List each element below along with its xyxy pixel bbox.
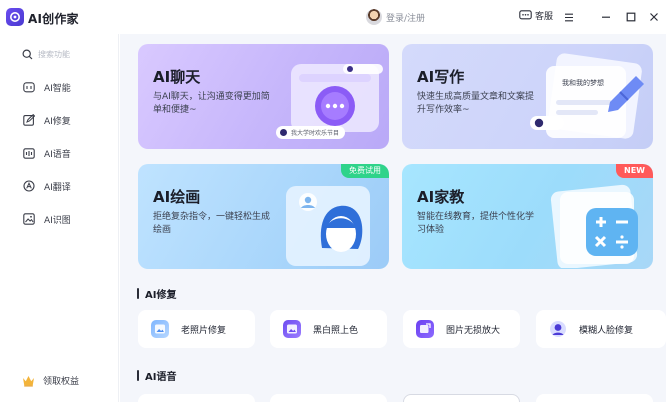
menu-button[interactable] <box>562 10 576 24</box>
card-title: AI聊天 <box>153 68 201 86</box>
login-button[interactable]: 登录/注册 <box>366 9 425 25</box>
sidebar-item-ai-voice[interactable]: AI语音 <box>22 145 71 161</box>
minimize-icon <box>602 16 610 18</box>
card-ai-writing[interactable]: AI写作 快速生成高质量文章和文案提升写作效率~ 我和我的梦想 <box>402 44 653 149</box>
claim-benefits-label: 领取权益 <box>43 377 80 387</box>
sidebar: 搜索功能 AI智能 AI修复 AI语音 AI翻译 AI识图 领取权益 <box>0 34 119 402</box>
tool-blurry-face-repair[interactable]: 模糊人脸修复 <box>536 310 666 348</box>
avatar <box>366 9 382 25</box>
app-title: AI创作家 <box>28 12 79 26</box>
translate-icon <box>22 179 36 193</box>
tool-old-photo-repair[interactable]: 老照片修复 <box>138 310 255 348</box>
headset-icon <box>519 10 532 20</box>
chat-icon <box>22 80 36 94</box>
section-title-label: AI语音 <box>145 372 177 383</box>
chat-chip-text: 我大学时欢乐节目 <box>291 130 340 137</box>
voice-icon <box>22 146 36 160</box>
search-placeholder: 搜索功能 <box>38 49 70 59</box>
close-button[interactable] <box>647 10 661 24</box>
section-title-voice: AI语音 <box>137 368 176 383</box>
voice-tool-card-partial[interactable] <box>403 394 520 402</box>
service-label: 客服 <box>535 12 554 22</box>
close-icon <box>650 13 658 21</box>
calculator-book-illustration-icon <box>550 184 638 268</box>
chat-chip: 我大学时欢乐节目 <box>276 126 346 139</box>
card-description: 智能在线教育，提供个性化学习体验 <box>417 212 535 235</box>
section-title-repair: AI修复 <box>137 286 176 301</box>
voice-tool-card-partial[interactable] <box>270 394 387 402</box>
tool-label: 黑白照上色 <box>313 325 359 336</box>
sidebar-item-ai-translate[interactable]: AI翻译 <box>22 178 71 194</box>
claim-benefits-button[interactable]: 领取权益 <box>22 374 79 387</box>
section-marker <box>137 370 139 381</box>
customer-service-button[interactable]: 客服 <box>519 9 553 22</box>
enlarge-icon <box>416 320 434 338</box>
main-content: AI聊天 与AI聊天，让沟通变得更加简单和便捷~ 我大学时欢乐节目 AI写作 快… <box>120 34 666 402</box>
sidebar-item-label: AI翻译 <box>44 182 71 193</box>
face-icon <box>549 320 567 338</box>
image-icon <box>22 212 36 226</box>
menu-icon <box>565 13 573 21</box>
card-title: AI绘画 <box>153 188 201 206</box>
sidebar-item-ai-chat[interactable]: AI智能 <box>22 79 71 95</box>
sidebar-item-ai-image-recognition[interactable]: AI识图 <box>22 211 71 227</box>
edit-icon <box>22 113 36 127</box>
voice-tool-card-partial[interactable] <box>138 394 255 402</box>
minimize-button[interactable] <box>599 10 613 24</box>
crown-icon <box>23 375 34 386</box>
card-ai-tutor[interactable]: AI家教 智能在线教育，提供个性化学习体验 NEW <box>402 164 653 269</box>
section-marker <box>137 288 139 299</box>
voice-tool-card-partial[interactable] <box>536 394 653 402</box>
tool-label: 模糊人脸修复 <box>579 325 634 336</box>
card-ai-painting[interactable]: AI绘画 拒绝复杂指令，一键轻松生成绘画 免费试用 <box>138 164 389 269</box>
photo-icon <box>151 320 169 338</box>
sidebar-item-label: AI识图 <box>44 215 71 226</box>
app-logo-icon <box>6 8 24 26</box>
sidebar-item-label: AI语音 <box>44 149 71 160</box>
card-title: AI家教 <box>417 188 465 206</box>
portrait-illustration-icon <box>286 186 370 266</box>
card-title: AI写作 <box>417 68 465 86</box>
free-trial-badge: 免费试用 <box>341 164 389 178</box>
sidebar-item-label: AI修复 <box>44 116 71 127</box>
maximize-icon <box>626 12 636 22</box>
robot-icon <box>280 129 287 136</box>
title-bar: AI创作家 登录/注册 客服 <box>0 0 666 34</box>
search-box[interactable]: 搜索功能 <box>12 44 104 64</box>
sidebar-item-label: AI智能 <box>44 83 71 94</box>
card-description: 与AI聊天，让沟通变得更加简单和便捷~ <box>153 92 270 115</box>
tool-bw-colorize[interactable]: 黑白照上色 <box>270 310 387 348</box>
colorize-icon <box>283 320 301 338</box>
notebook-pen-illustration-icon <box>530 53 644 139</box>
sidebar-item-ai-repair[interactable]: AI修复 <box>22 112 71 128</box>
section-title-label: AI修复 <box>145 290 177 301</box>
tool-label: 图片无损放大 <box>446 325 501 336</box>
maximize-button[interactable] <box>624 10 638 24</box>
tool-lossless-enlarge[interactable]: 图片无损放大 <box>403 310 520 348</box>
card-description: 拒绝复杂指令，一键轻松生成绘画 <box>153 212 271 235</box>
notebook-note-text: 我和我的梦想 <box>562 79 604 87</box>
login-label: 登录/注册 <box>386 13 426 24</box>
tool-label: 老照片修复 <box>181 325 227 336</box>
new-badge: NEW <box>616 164 653 178</box>
card-ai-chat[interactable]: AI聊天 与AI聊天，让沟通变得更加简单和便捷~ 我大学时欢乐节目 <box>138 44 389 149</box>
search-icon <box>22 48 33 59</box>
card-description: 快速生成高质量文章和文案提升写作效率~ <box>417 92 535 115</box>
